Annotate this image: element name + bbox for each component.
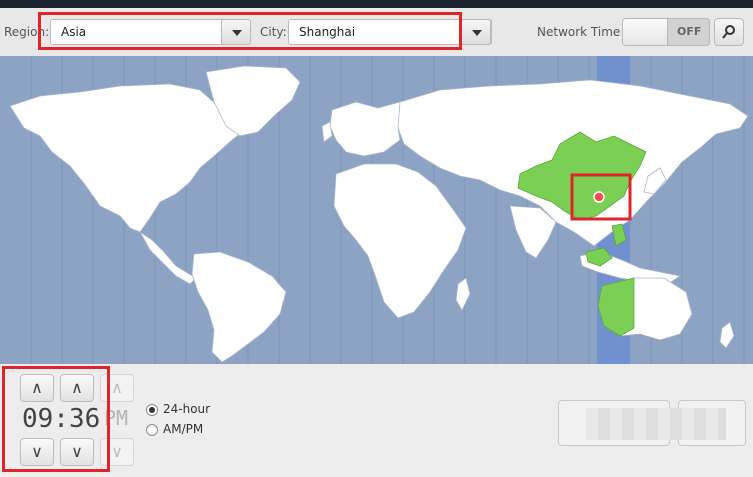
time-panel: ∧ ∧ ∧ 09:36 PM ∨ ∨ ∨ 24-hour AM/PM — [0, 364, 753, 477]
timezone-map[interactable] — [0, 56, 753, 364]
annotation-box-region-city — [38, 12, 462, 50]
city-dropdown-button[interactable] — [461, 19, 491, 45]
format-ampm-label: AM/PM — [163, 422, 204, 436]
network-time-switch[interactable]: OFF — [622, 18, 710, 46]
locate-icon — [722, 25, 735, 39]
switch-knob — [623, 19, 668, 45]
locate-button[interactable] — [714, 18, 744, 46]
format-24-hour-label: 24-hour — [163, 402, 211, 416]
window-top-edge — [0, 0, 753, 8]
location-pin-icon[interactable] — [593, 191, 605, 203]
network-time-label: Network Time — [537, 25, 621, 39]
switch-state: OFF — [677, 25, 702, 38]
toolbar: Region: Asia City: Shanghai Network Time… — [0, 8, 753, 57]
chevron-down-icon — [472, 30, 482, 36]
annotation-box-time — [2, 366, 110, 472]
chevron-down-icon: ∨ — [111, 442, 123, 461]
radio-am-pm[interactable] — [146, 424, 158, 436]
redacted-overlay — [586, 408, 726, 440]
radio-24-hour[interactable] — [146, 404, 158, 416]
chevron-up-icon: ∧ — [111, 378, 123, 397]
